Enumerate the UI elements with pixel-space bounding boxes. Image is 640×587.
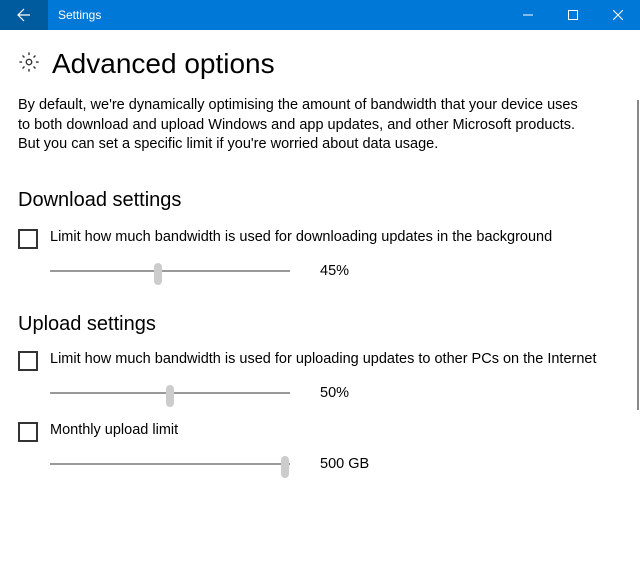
page-title: Advanced options xyxy=(52,48,275,80)
upload-slider-value: 50% xyxy=(320,385,349,401)
scrollbar[interactable] xyxy=(637,100,639,410)
download-limit-label: Limit how much bandwidth is used for dow… xyxy=(50,228,552,247)
page-header: Advanced options xyxy=(18,48,622,80)
download-settings-heading: Download settings xyxy=(18,189,622,212)
slider-track xyxy=(50,270,290,272)
download-limit-row: Limit how much bandwidth is used for dow… xyxy=(18,228,622,249)
upload-bandwidth-slider[interactable] xyxy=(50,383,290,403)
content-area: Advanced options By default, we're dynam… xyxy=(0,30,640,492)
upload-slider-row: 50% xyxy=(50,383,622,403)
monthly-limit-row: Monthly upload limit xyxy=(18,421,622,442)
window-title: Settings xyxy=(48,0,505,30)
slider-thumb[interactable] xyxy=(281,456,289,478)
maximize-button[interactable] xyxy=(550,0,595,30)
back-button[interactable] xyxy=(0,0,48,30)
monthly-limit-label: Monthly upload limit xyxy=(50,421,178,440)
download-bandwidth-slider[interactable] xyxy=(50,261,290,281)
monthly-limit-slider[interactable] xyxy=(50,454,290,474)
monthly-limit-slider-row: 500 GB xyxy=(50,454,622,474)
close-button[interactable] xyxy=(595,0,640,30)
minimize-icon xyxy=(523,10,533,20)
gear-icon xyxy=(18,51,40,78)
arrow-left-icon xyxy=(16,7,32,23)
slider-thumb[interactable] xyxy=(166,385,174,407)
download-limit-checkbox[interactable] xyxy=(18,229,38,249)
maximize-icon xyxy=(568,10,578,20)
download-slider-value: 45% xyxy=(320,263,349,279)
monthly-limit-checkbox[interactable] xyxy=(18,422,38,442)
slider-track xyxy=(50,463,290,465)
upload-limit-row: Limit how much bandwidth is used for upl… xyxy=(18,350,622,371)
titlebar: Settings xyxy=(0,0,640,30)
upload-limit-label: Limit how much bandwidth is used for upl… xyxy=(50,350,597,369)
page-description: By default, we're dynamically optimising… xyxy=(18,96,578,155)
minimize-button[interactable] xyxy=(505,0,550,30)
window-controls xyxy=(505,0,640,30)
slider-thumb[interactable] xyxy=(154,263,162,285)
monthly-limit-value: 500 GB xyxy=(320,456,369,472)
download-slider-row: 45% xyxy=(50,261,622,281)
upload-settings-heading: Upload settings xyxy=(18,313,622,336)
upload-limit-checkbox[interactable] xyxy=(18,351,38,371)
close-icon xyxy=(613,10,623,20)
